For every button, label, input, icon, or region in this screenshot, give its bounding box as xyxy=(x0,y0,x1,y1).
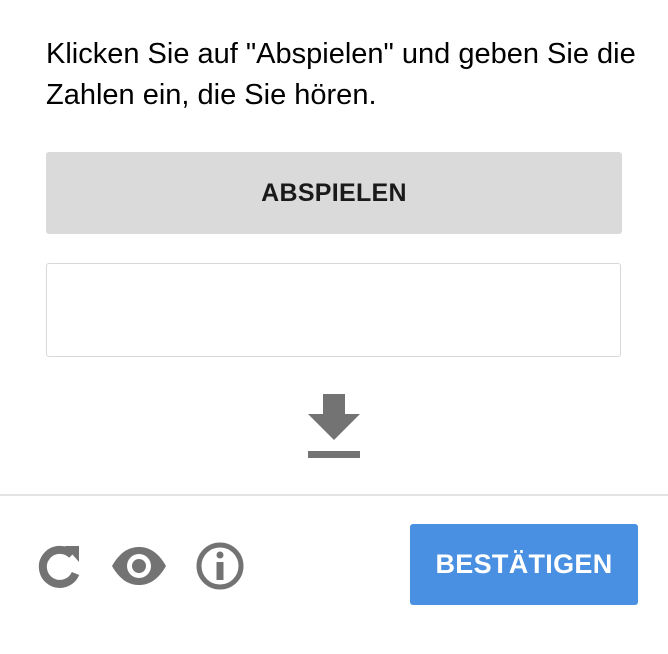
info-icon xyxy=(196,542,244,590)
play-audio-button[interactable]: ABSPIELEN xyxy=(46,152,622,234)
reload-icon xyxy=(38,545,80,588)
download-icon xyxy=(308,394,360,458)
eye-icon xyxy=(112,547,166,585)
download-audio-link[interactable] xyxy=(304,394,364,460)
challenge-instructions: Klicken Sie auf "Abspielen" und geben Si… xyxy=(46,38,636,111)
reload-button[interactable] xyxy=(32,540,84,592)
visual-challenge-button[interactable] xyxy=(110,540,166,592)
verify-button[interactable]: BESTÄTIGEN xyxy=(410,524,638,605)
audio-response-input[interactable] xyxy=(46,263,621,357)
footer-divider xyxy=(0,494,668,496)
help-button[interactable] xyxy=(194,540,246,592)
